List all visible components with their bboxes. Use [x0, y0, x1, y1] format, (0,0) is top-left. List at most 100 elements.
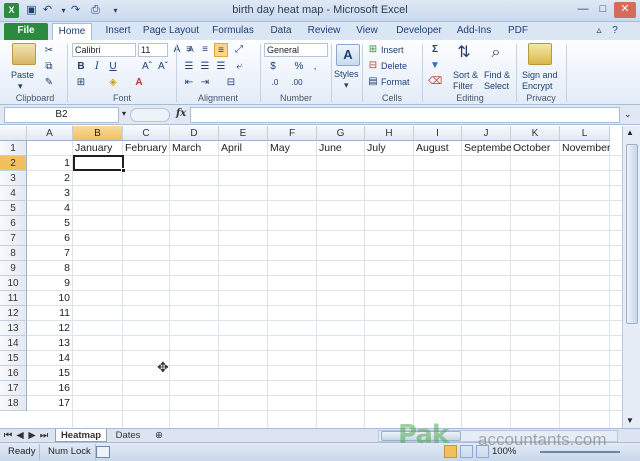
- fill-handle[interactable]: [121, 168, 126, 173]
- borders-icon[interactable]: ⊞: [74, 76, 88, 90]
- vertical-scroll-thumb[interactable]: [626, 144, 638, 324]
- align-middle-icon[interactable]: ≡: [198, 43, 212, 57]
- font-name-combo[interactable]: Calibri: [72, 43, 136, 57]
- find-select-label-2[interactable]: Select: [484, 81, 509, 92]
- day-number-cell[interactable]: 13: [27, 336, 73, 351]
- currency-button[interactable]: $: [266, 60, 280, 74]
- row-header-11[interactable]: 11: [0, 291, 27, 306]
- increase-font-icon[interactable]: Aˆ: [140, 60, 154, 74]
- decrease-decimal-icon[interactable]: .00: [290, 76, 304, 90]
- minimize-ribbon-icon[interactable]: ▵: [592, 23, 606, 40]
- row-header-3[interactable]: 3: [0, 171, 27, 186]
- row-header-18[interactable]: 18: [0, 396, 27, 411]
- day-number-cell[interactable]: 11: [27, 306, 73, 321]
- delete-cells-icon[interactable]: ⊟: [366, 59, 380, 73]
- day-number-cell[interactable]: 15: [27, 366, 73, 381]
- month-header-cell[interactable]: Septembe: [464, 141, 511, 156]
- row-header-13[interactable]: 13: [0, 321, 27, 336]
- tab-review[interactable]: Review: [304, 23, 344, 40]
- orientation-icon[interactable]: ⤢: [232, 43, 246, 57]
- day-number-cell[interactable]: 14: [27, 351, 73, 366]
- tab-developer[interactable]: Developer: [392, 23, 446, 40]
- month-header-cell[interactable]: July: [367, 141, 414, 156]
- scroll-up-icon[interactable]: ▲: [626, 128, 634, 137]
- column-header-g[interactable]: G: [317, 126, 365, 141]
- paste-icon[interactable]: [12, 43, 36, 65]
- worksheet-grid[interactable]: ABCDEFGHIJKL 1 2 3 4 5 6 7 8 9 10 11 12 13 14 15 16 17 18…: [0, 126, 622, 428]
- tab-view[interactable]: View: [352, 23, 382, 40]
- row-header-14[interactable]: 14: [0, 336, 27, 351]
- row-header-5[interactable]: 5: [0, 201, 27, 216]
- tab-page-layout[interactable]: Page Layout: [142, 23, 200, 40]
- column-header-i[interactable]: I: [414, 126, 462, 141]
- cut-icon[interactable]: ✂: [42, 44, 56, 58]
- formula-input[interactable]: [190, 107, 620, 123]
- row-header-12[interactable]: 12: [0, 306, 27, 321]
- paste-button-label[interactable]: Paste: [11, 70, 34, 81]
- day-number-cell[interactable]: 9: [27, 276, 73, 291]
- row-header-7[interactable]: 7: [0, 231, 27, 246]
- paste-dropdown-icon[interactable]: ▾: [18, 81, 23, 92]
- decrease-indent-icon[interactable]: ⇤: [182, 76, 196, 90]
- align-left-icon[interactable]: ☰: [182, 60, 196, 74]
- row-header-9[interactable]: 9: [0, 261, 27, 276]
- tab-formulas[interactable]: Formulas: [208, 23, 258, 40]
- day-number-cell[interactable]: 12: [27, 321, 73, 336]
- column-header-j[interactable]: J: [462, 126, 511, 141]
- month-header-cell[interactable]: April: [221, 141, 268, 156]
- underline-button[interactable]: U: [106, 60, 120, 74]
- scroll-down-icon[interactable]: ▼: [626, 416, 634, 425]
- align-bottom-icon[interactable]: ≡: [214, 43, 228, 57]
- day-number-cell[interactable]: 7: [27, 246, 73, 261]
- month-header-cell[interactable]: November: [562, 141, 610, 156]
- select-all-corner[interactable]: [0, 126, 27, 141]
- sign-encrypt-label-2[interactable]: Encrypt: [522, 81, 553, 92]
- column-header-f[interactable]: F: [268, 126, 317, 141]
- italic-button[interactable]: I: [90, 60, 104, 74]
- styles-dropdown-icon[interactable]: ▾: [344, 80, 349, 91]
- month-header-cell[interactable]: June: [319, 141, 365, 156]
- day-number-cell[interactable]: 8: [27, 261, 73, 276]
- sign-encrypt-icon[interactable]: [528, 43, 552, 65]
- formula-bar-handle[interactable]: [130, 108, 170, 122]
- month-header-cell[interactable]: February: [125, 141, 170, 156]
- close-button[interactable]: ✕: [614, 2, 636, 18]
- sheet-tab-dates[interactable]: Dates: [110, 429, 146, 442]
- number-format-combo[interactable]: General: [264, 43, 328, 57]
- insert-cells-icon[interactable]: ⊞: [366, 43, 380, 57]
- first-sheet-icon[interactable]: ⏮: [2, 429, 14, 442]
- sort-filter-label-2[interactable]: Filter: [453, 81, 473, 92]
- page-layout-view-icon[interactable]: [460, 445, 473, 458]
- column-header-h[interactable]: H: [365, 126, 414, 141]
- day-number-cell[interactable]: 3: [27, 186, 73, 201]
- format-painter-icon[interactable]: ✎: [42, 76, 56, 90]
- maximize-button[interactable]: □: [594, 2, 612, 18]
- insert-cells-button[interactable]: Insert: [381, 45, 404, 56]
- clear-icon[interactable]: ⌫: [428, 75, 442, 89]
- month-header-cell[interactable]: January: [75, 141, 123, 156]
- column-header-e[interactable]: E: [219, 126, 268, 141]
- day-number-cell[interactable]: 16: [27, 381, 73, 396]
- autosum-button[interactable]: Σ: [428, 43, 442, 57]
- align-right-icon[interactable]: ☰: [214, 60, 228, 74]
- increase-decimal-icon[interactable]: .0: [268, 76, 282, 90]
- column-header-a[interactable]: A: [27, 126, 73, 141]
- day-number-cell[interactable]: 5: [27, 216, 73, 231]
- row-header-16[interactable]: 16: [0, 366, 27, 381]
- increase-indent-icon[interactable]: ⇥: [198, 76, 212, 90]
- sheet-tab-heatmap[interactable]: Heatmap: [55, 429, 107, 442]
- column-header-l[interactable]: L: [560, 126, 610, 141]
- sort-filter-icon[interactable]: ⇅: [452, 43, 476, 65]
- row-header-8[interactable]: 8: [0, 246, 27, 261]
- day-number-cell[interactable]: 6: [27, 231, 73, 246]
- macro-recording-icon[interactable]: [96, 446, 110, 458]
- row-header-2[interactable]: 2: [0, 156, 27, 171]
- fill-icon[interactable]: ▼: [428, 59, 442, 73]
- day-number-cell[interactable]: 17: [27, 396, 73, 411]
- tab-pdf[interactable]: PDF: [504, 23, 532, 40]
- name-box-dropdown-icon[interactable]: ▾: [122, 109, 126, 118]
- next-sheet-icon[interactable]: ▶: [26, 429, 38, 442]
- row-header-10[interactable]: 10: [0, 276, 27, 291]
- row-header-15[interactable]: 15: [0, 351, 27, 366]
- delete-cells-button[interactable]: Delete: [381, 61, 407, 72]
